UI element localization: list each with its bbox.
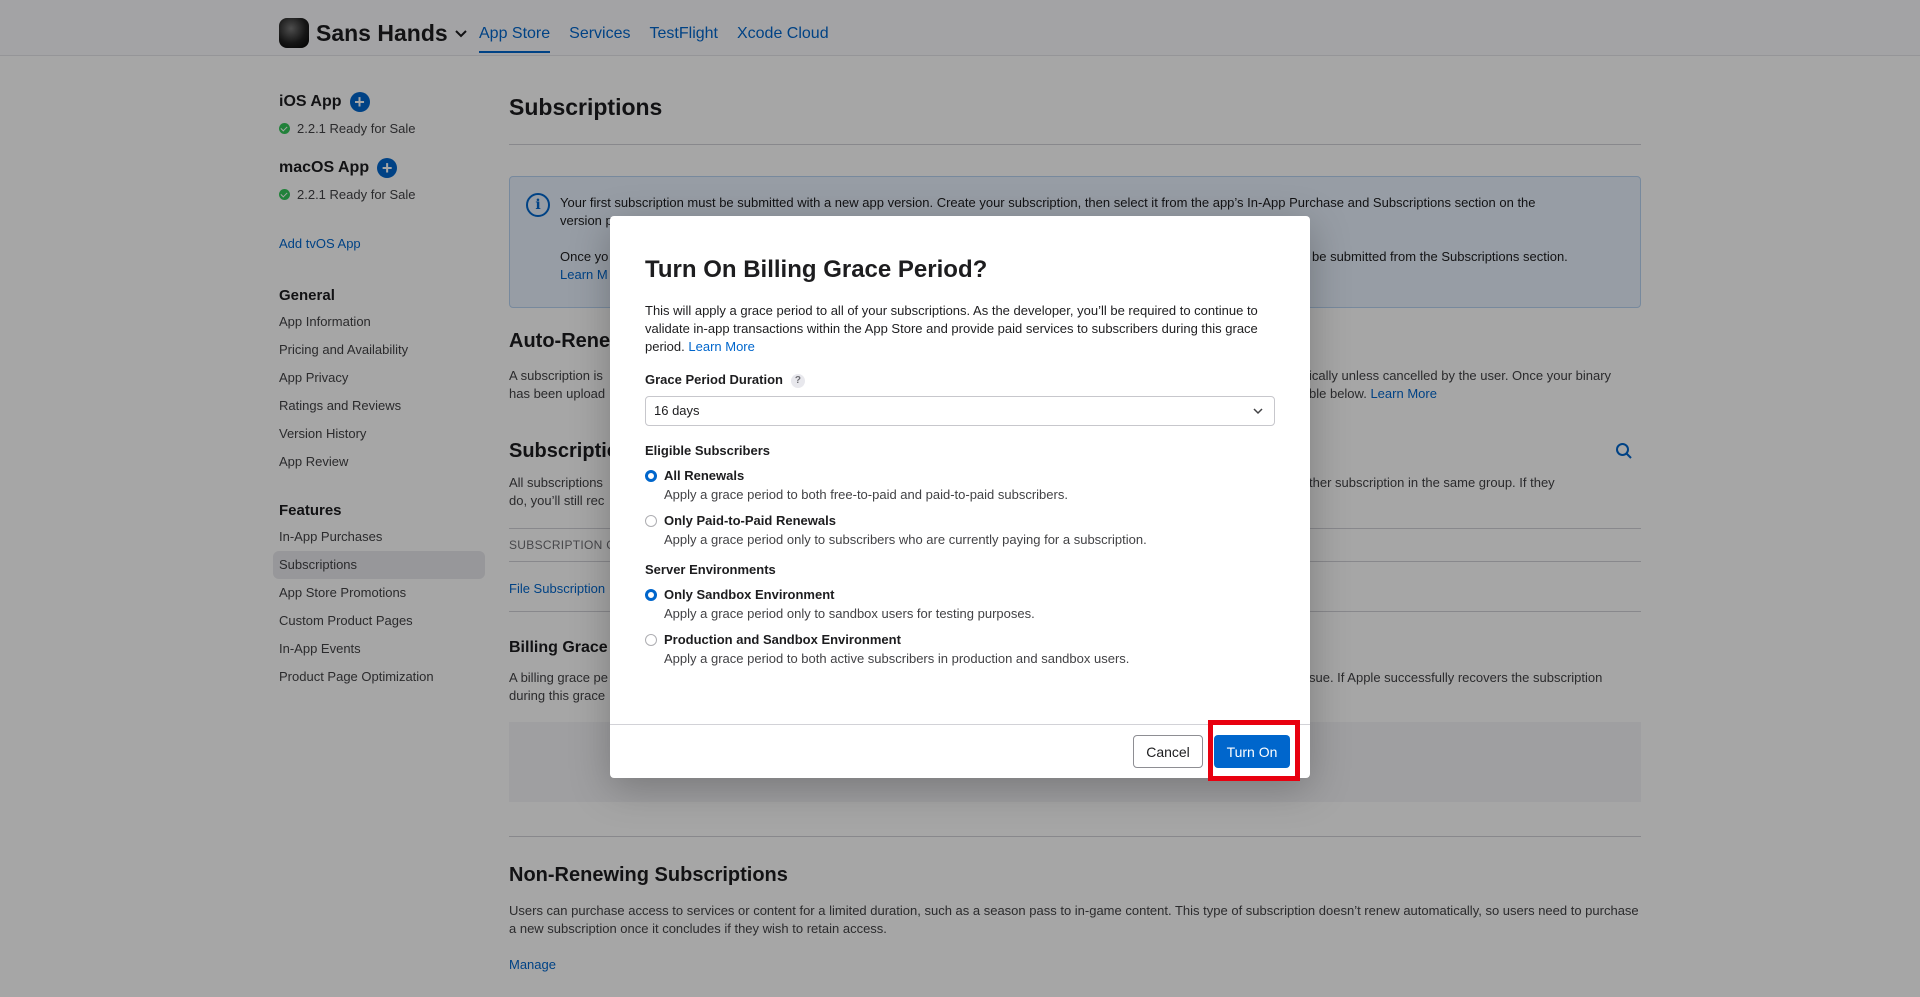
grace-duration-value: 16 days bbox=[654, 403, 700, 418]
dialog-title: Turn On Billing Grace Period? bbox=[645, 256, 988, 283]
dialog-footer-divider bbox=[610, 724, 1310, 725]
radio-paid-to-paid[interactable] bbox=[645, 515, 657, 527]
option-paid-to-paid-description: Apply a grace period only to subscribers… bbox=[664, 532, 1147, 547]
radio-sandbox-only[interactable] bbox=[645, 589, 657, 601]
help-icon[interactable]: ? bbox=[790, 374, 805, 388]
chevron-down-icon bbox=[1253, 408, 1263, 415]
turn-on-highlight-box bbox=[1208, 720, 1300, 781]
billing-grace-period-dialog: Turn On Billing Grace Period? This will … bbox=[610, 216, 1310, 778]
option-sandbox-only-label: Only Sandbox Environment bbox=[664, 587, 835, 602]
option-production-and-sandbox-label: Production and Sandbox Environment bbox=[664, 632, 901, 647]
option-production-and-sandbox-description: Apply a grace period to both active subs… bbox=[664, 651, 1130, 666]
grace-duration-select[interactable]: 16 days bbox=[645, 396, 1275, 426]
grace-duration-label: Grace Period Duration? bbox=[645, 372, 805, 388]
dialog-description: This will apply a grace period to all of… bbox=[645, 302, 1275, 356]
option-sandbox-only-description: Apply a grace period only to sandbox use… bbox=[664, 606, 1035, 621]
radio-all-renewals[interactable] bbox=[645, 470, 657, 482]
option-all-renewals-label: All Renewals bbox=[664, 468, 745, 483]
option-all-renewals-description: Apply a grace period to both free-to-pai… bbox=[664, 487, 1068, 502]
radio-production-and-sandbox[interactable] bbox=[645, 634, 657, 646]
grace-duration-label-text: Grace Period Duration bbox=[645, 372, 783, 387]
dialog-learn-more-link[interactable]: Learn More bbox=[688, 339, 754, 354]
server-environments-label: Server Environments bbox=[645, 562, 776, 577]
eligible-subscribers-label: Eligible Subscribers bbox=[645, 443, 770, 458]
cancel-button[interactable]: Cancel bbox=[1133, 735, 1203, 768]
option-paid-to-paid-label: Only Paid-to-Paid Renewals bbox=[664, 513, 836, 528]
